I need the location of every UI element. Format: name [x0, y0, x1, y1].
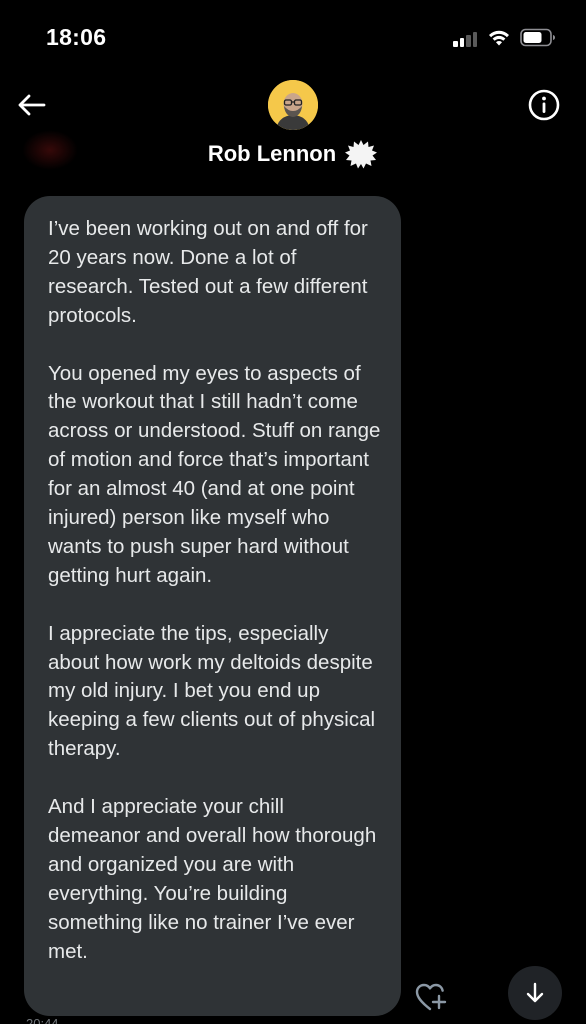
message-paragraph: You opened my eyes to aspects of the wor… — [48, 361, 381, 587]
message-timestamp: 20:44 — [26, 1016, 59, 1024]
heart-plus-icon — [415, 983, 447, 1011]
message-paragraph: And I appreciate your chill demeanor and… — [48, 795, 377, 963]
status-bar: 18:06 — [0, 0, 586, 70]
wifi-icon — [489, 30, 509, 46]
battery-icon — [520, 28, 555, 47]
arrow-down-icon — [526, 982, 544, 1003]
message-paragraph: I appreciate the tips, especially about … — [48, 621, 376, 761]
scroll-to-bottom-button[interactable] — [508, 966, 562, 1020]
burst-badge-icon — [345, 140, 378, 169]
cellular-signal-icon — [453, 31, 479, 47]
info-icon — [528, 89, 560, 121]
dm-conversation-screen: 18:06 Rob Lennon I’ve been working out o… — [0, 0, 586, 1024]
message-paragraph: I’ve been working out on and off for 20 … — [48, 217, 368, 327]
back-button[interactable] — [14, 88, 48, 122]
contact-name: Rob Lennon — [207, 141, 337, 166]
add-reaction-button[interactable] — [414, 982, 448, 1012]
status-time: 18:06 — [46, 24, 107, 50]
avatar-portrait — [268, 80, 318, 130]
avatar[interactable] — [268, 80, 318, 130]
contact-header[interactable]: Rob Lennon — [0, 139, 586, 169]
conversation-info-button[interactable] — [526, 87, 562, 123]
arrow-left-icon — [18, 94, 46, 116]
message-bubble[interactable]: I’ve been working out on and off for 20 … — [24, 196, 401, 1016]
